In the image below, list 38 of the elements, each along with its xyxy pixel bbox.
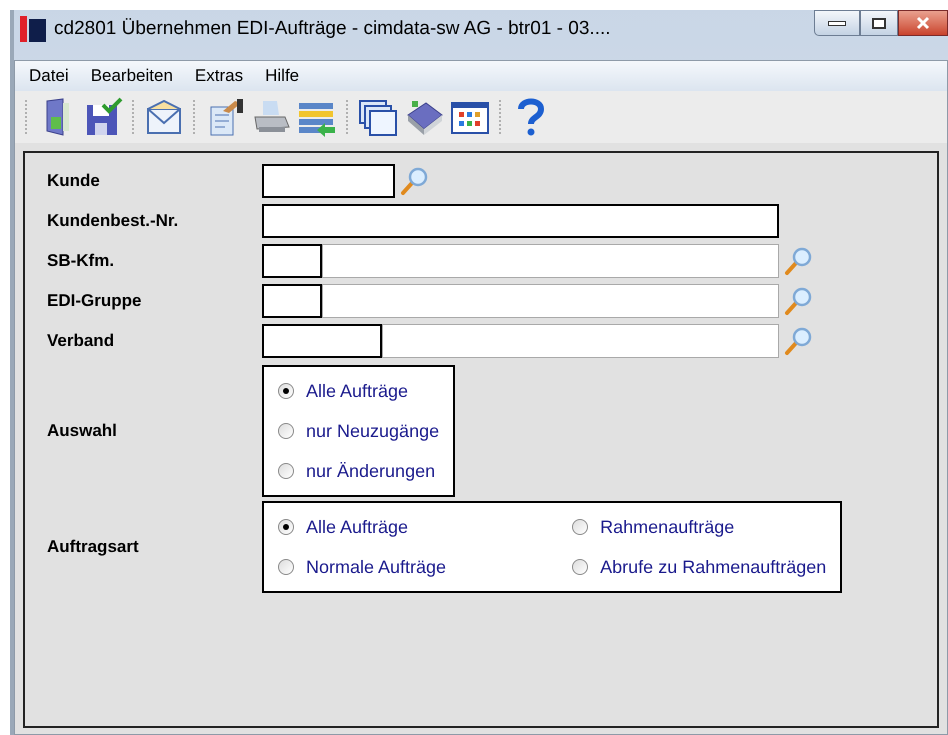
input-field[interactable] (262, 244, 322, 278)
group-label: Auswahl (47, 420, 118, 442)
menu-item[interactable]: Extras (194, 63, 244, 89)
radio-button[interactable] (572, 519, 588, 535)
menu-item[interactable]: Hilfe (265, 63, 300, 89)
envelope-icon[interactable] (144, 97, 184, 137)
input-field[interactable] (262, 324, 382, 358)
input-field[interactable] (262, 204, 779, 238)
input-field[interactable] (262, 164, 395, 198)
radio-button[interactable] (278, 463, 294, 479)
radio-button[interactable] (572, 559, 588, 575)
radio-option[interactable]: nur Neuzugänge (278, 411, 440, 451)
field-label: Kundenbest.-Nr. (47, 210, 180, 232)
input-field[interactable] (262, 284, 322, 318)
radio-option[interactable]: Rahmenaufträge (572, 507, 826, 547)
radio-button[interactable] (278, 559, 294, 575)
maximize-button[interactable] (860, 10, 898, 36)
radio-option[interactable]: Alle Aufträge (278, 507, 532, 547)
field-label: SB-Kfm. (47, 250, 116, 272)
close-icon (916, 16, 930, 30)
radio-button[interactable] (278, 383, 294, 399)
radio-option[interactable]: Alle Aufträge (278, 371, 440, 411)
window-title: cd2801 Übernehmen EDI-Aufträge - cimdata-sw AG - btr01 - 03.... (54, 16, 611, 41)
menu-item[interactable]: Datei (29, 63, 69, 89)
menu-item[interactable]: Bearbeiten (90, 63, 173, 89)
group-label: Auftragsart (47, 536, 140, 558)
radio-button[interactable] (278, 423, 294, 439)
field-label: Kunde (47, 170, 101, 192)
radio-option[interactable]: Normale Aufträge (278, 547, 532, 587)
field-label: EDI-Gruppe (47, 290, 142, 312)
radio-button[interactable] (278, 519, 294, 535)
field-label: Verband (47, 330, 116, 352)
close-button[interactable] (898, 10, 948, 36)
app-logo-icon (20, 16, 46, 42)
radio-option[interactable]: nur Änderungen (278, 451, 440, 491)
radio-option[interactable]: Abrufe zu Rahmenaufträgen (572, 547, 826, 587)
minimize-button[interactable] (814, 10, 860, 36)
windows-icon[interactable] (358, 97, 398, 137)
